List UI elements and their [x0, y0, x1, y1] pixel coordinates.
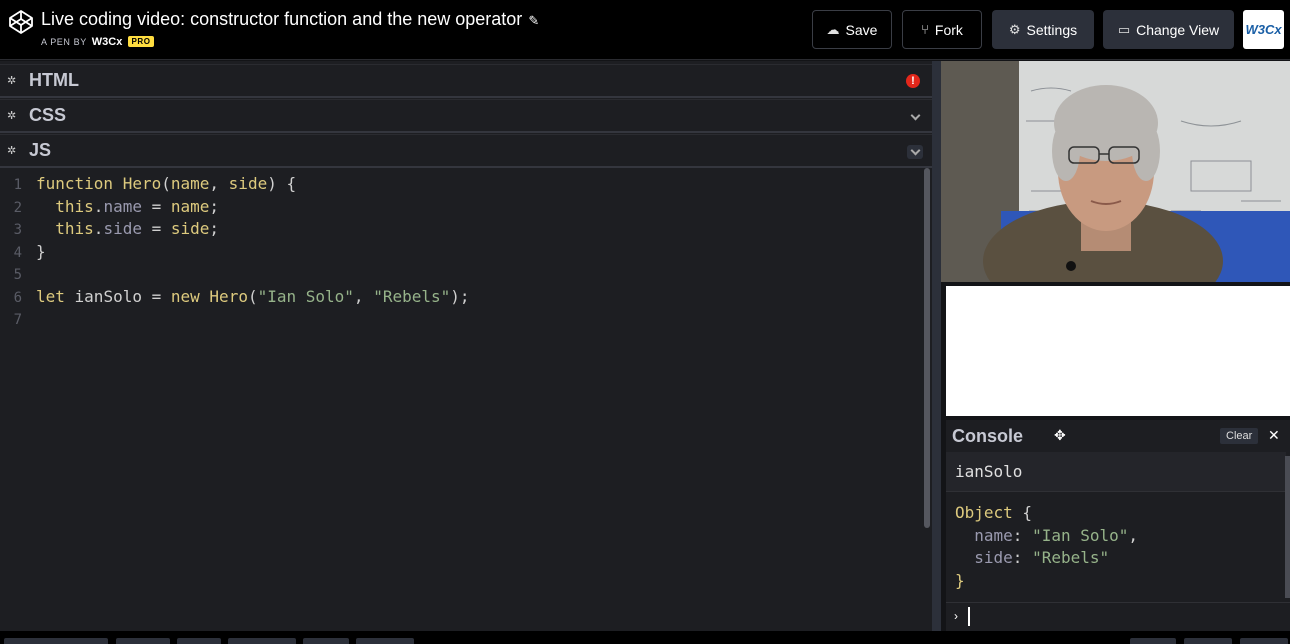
html-panel-header[interactable]: ✲ HTML ! [0, 64, 932, 98]
code-line: 5 [0, 263, 922, 286]
html-panel-label: HTML [29, 70, 79, 90]
pen-title-text: Live coding video: constructor function … [41, 9, 523, 29]
js-settings-gear-icon[interactable]: ✲ [7, 144, 21, 157]
line-number: 4 [13, 244, 22, 261]
pro-badge: PRO [128, 36, 154, 47]
html-settings-gear-icon[interactable]: ✲ [7, 74, 21, 87]
line-number: 6 [13, 289, 22, 306]
user-avatar[interactable]: W3Cx [1243, 10, 1284, 49]
bottom-bar [0, 631, 1290, 644]
line-number: 1 [13, 177, 22, 193]
css-chevron-down-icon[interactable] [907, 110, 923, 124]
footer-button[interactable] [116, 638, 170, 644]
object-prop-key: name [974, 525, 1013, 545]
console-clear-button[interactable]: Clear [1220, 428, 1259, 444]
line-number: 7 [13, 312, 22, 328]
footer-button[interactable] [1184, 638, 1232, 644]
text-caret [968, 607, 970, 626]
object-prop-row: name: "Ian Solo", [974, 525, 1139, 545]
edit-pencil-icon[interactable]: ✎ [528, 13, 539, 29]
editor-scrollbar[interactable] [924, 168, 930, 528]
settings-button[interactable]: ⚙ Settings [992, 10, 1094, 49]
console-close-icon[interactable]: ✕ [1268, 427, 1280, 444]
cloud-icon: ☁ [826, 21, 840, 37]
console-output: ianSolo Object { name: "Ian Solo", side:… [946, 452, 1290, 602]
fork-label: Fork [934, 21, 963, 38]
css-panel-header[interactable]: ✲ CSS [0, 99, 932, 133]
console-title: Console [952, 425, 1024, 446]
code-line: 6 let ianSolo = new Hero("Ian Solo", "Reb… [0, 286, 922, 309]
console-header[interactable]: Console ✥ Clear ✕ [946, 420, 1290, 452]
object-keyword: Object [955, 503, 1013, 522]
prompt-chevron-icon: › [954, 609, 958, 623]
top-bar: Live coding video: constructor function … [0, 0, 1290, 60]
line-number: 2 [13, 199, 22, 216]
js-code-editor[interactable]: 1 function Hero(name, side) { 2 this.name… [0, 173, 922, 633]
gear-icon: ⚙ [1008, 21, 1021, 37]
change-view-button[interactable]: ▭ Change View [1103, 10, 1234, 49]
error-icon[interactable]: ! [906, 74, 920, 88]
fork-icon: ⑂ [921, 22, 929, 37]
js-panel-label: JS [29, 140, 52, 160]
console-log-text: ianSolo [955, 462, 1023, 481]
save-label: Save [845, 21, 878, 38]
avatar-text: W3Cx [1245, 22, 1282, 37]
line-number: 3 [13, 222, 22, 238]
footer-button[interactable] [303, 638, 349, 644]
pen-byline: A PEN BY W3Cx PRO [41, 36, 154, 48]
js-panel-header[interactable]: ✲ JS [0, 134, 932, 168]
console-input[interactable]: › [946, 602, 1290, 631]
footer-button[interactable] [1240, 638, 1288, 644]
footer-button[interactable] [4, 638, 108, 644]
code-line: 4} [0, 241, 922, 264]
code-line: 2 this.name = name; [0, 196, 922, 219]
layout-icon: ▭ [1117, 21, 1131, 37]
result-preview[interactable] [946, 286, 1290, 416]
console-scrollbar[interactable] [1285, 456, 1290, 598]
codepen-logo-icon[interactable] [8, 9, 34, 35]
change-view-label: Change View [1136, 21, 1220, 38]
footer-button[interactable] [177, 638, 221, 644]
object-prop-value: "Rebels" [1032, 548, 1110, 567]
console-object-entry: Object { name: "Ian Solo", side: "Rebels… [955, 503, 1139, 590]
byline-prefix: A PEN BY [41, 37, 87, 47]
save-button[interactable]: ☁ Save [812, 10, 892, 49]
footer-button[interactable] [228, 638, 296, 644]
line-number: 5 [13, 267, 22, 283]
settings-label: Settings [1026, 21, 1078, 38]
js-chevron-down-icon[interactable] [907, 145, 923, 159]
presenter-video [941, 61, 1290, 282]
code-line: 1 function Hero(name, side) { [0, 173, 922, 196]
pane-resize-handle[interactable] [932, 61, 941, 631]
css-panel-label: CSS [29, 105, 67, 125]
presenter-video-frame [941, 61, 1290, 282]
pen-title[interactable]: Live coding video: constructor function … [41, 9, 539, 30]
object-prop-value: "Ian Solo" [1032, 525, 1129, 545]
author-link[interactable]: W3Cx [92, 36, 123, 48]
footer-button[interactable] [1130, 638, 1176, 644]
object-prop-key: side [974, 548, 1013, 567]
footer-button[interactable] [356, 638, 414, 644]
drag-move-icon[interactable]: ✥ [1054, 427, 1066, 444]
console-log-entry: ianSolo [946, 452, 1286, 492]
object-prop-row: side: "Rebels" [974, 548, 1110, 567]
code-line: 7 [0, 308, 922, 331]
code-line: 3 this.side = side; [0, 218, 922, 241]
fork-button[interactable]: ⑂ Fork [902, 10, 982, 49]
css-settings-gear-icon[interactable]: ✲ [7, 109, 21, 122]
